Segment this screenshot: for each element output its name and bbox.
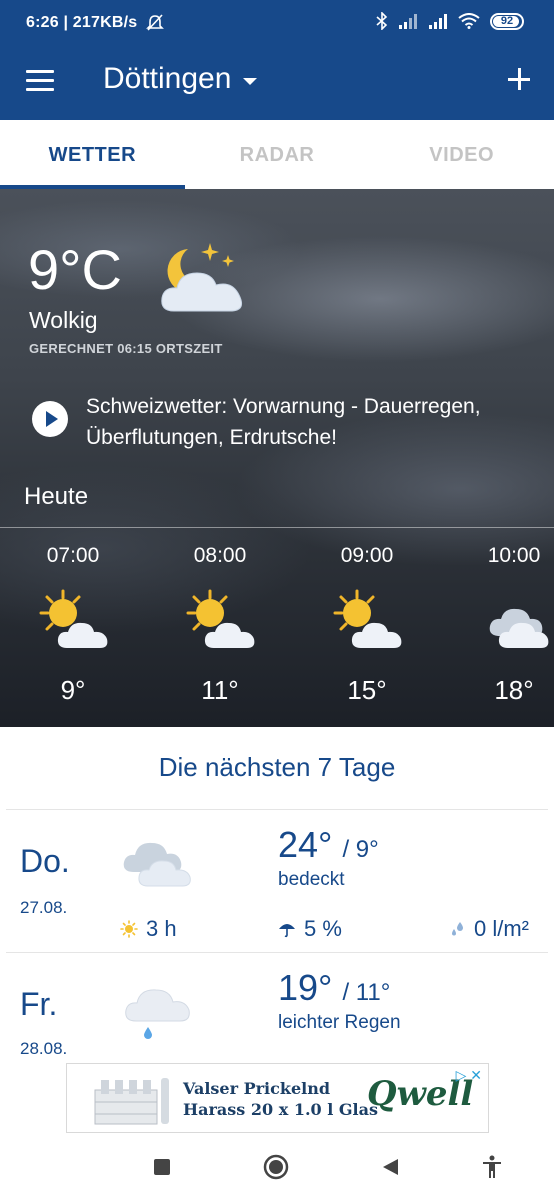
hour-item: 09:00 15° bbox=[307, 544, 427, 706]
status-bar: 6:26 | 217KB/s 92 bbox=[0, 0, 554, 42]
hour-time: 07:00 bbox=[46, 544, 100, 567]
low-temp: / 9° bbox=[342, 836, 379, 863]
tab-video[interactable]: VIDEO bbox=[369, 120, 554, 189]
rain-amount: 0 l/m² bbox=[474, 916, 529, 941]
rain-chance: 5 % bbox=[304, 916, 342, 941]
hour-item: 07:00 9° bbox=[13, 544, 133, 706]
high-temp: 24° bbox=[278, 824, 333, 865]
menu-icon[interactable] bbox=[26, 70, 54, 92]
day-name: Fr. bbox=[20, 986, 58, 1022]
ad-line2: Harass 20 x 1.0 l Glas bbox=[183, 1100, 378, 1119]
day-description: bedeckt bbox=[278, 869, 345, 890]
sun-cloud-icon bbox=[333, 589, 402, 648]
day-row[interactable]: Do. 27.08. 24° / 9° bedeckt 3 h 5 % 0 l/… bbox=[0, 810, 554, 955]
raindrops-icon bbox=[452, 922, 463, 936]
recent-apps-icon[interactable] bbox=[153, 1158, 171, 1176]
news-headline[interactable]: Schweizwetter: Vorwarnung - Dauerregen, … bbox=[86, 391, 526, 453]
hour-time: 10:00 bbox=[487, 544, 541, 567]
day-high-temp: 24° / 9° bbox=[278, 824, 379, 866]
battery-icon: 92 bbox=[490, 12, 524, 30]
hour-time: 08:00 bbox=[193, 544, 247, 567]
accessibility-icon[interactable] bbox=[482, 1155, 502, 1179]
hour-temp: 9° bbox=[60, 675, 86, 705]
hour-item: 10:00 18° bbox=[454, 544, 554, 706]
signal-icon bbox=[399, 14, 417, 29]
hour-temp: 15° bbox=[347, 675, 387, 705]
add-location-icon[interactable] bbox=[508, 68, 530, 90]
partly-cloudy-night-icon bbox=[161, 243, 243, 312]
hour-temp: 11° bbox=[201, 675, 239, 705]
ad-choices-icon[interactable]: ▷ ✕ bbox=[456, 1067, 482, 1084]
navigation-bar bbox=[0, 1133, 554, 1200]
sun-cloud-icon bbox=[186, 589, 255, 648]
tab-bar: WETTER RADAR VIDEO bbox=[0, 120, 554, 189]
sun-cloud-icon bbox=[39, 589, 108, 648]
high-temp: 19° bbox=[278, 967, 333, 1008]
ad-line1: Valser Prickelnd bbox=[183, 1079, 331, 1098]
status-time: 6:26 | 217KB/s bbox=[26, 14, 138, 31]
ad-text: Valser Prickelnd Harass 20 x 1.0 l Glas bbox=[183, 1078, 378, 1120]
back-icon[interactable] bbox=[380, 1157, 400, 1177]
news-item[interactable]: Schweizwetter: Vorwarnung - Dauerregen, … bbox=[32, 391, 526, 453]
hour-time: 09:00 bbox=[340, 544, 394, 567]
chevron-down-icon bbox=[243, 77, 258, 85]
sunshine-stat: 3 h bbox=[120, 916, 177, 942]
hour-item: 08:00 11° bbox=[160, 544, 280, 706]
day-high-temp: 19° / 11° bbox=[278, 967, 390, 1009]
week-title: Die nächsten 7 Tage bbox=[158, 752, 396, 782]
sun-icon bbox=[120, 920, 138, 938]
app-bar: Döttingen bbox=[0, 42, 554, 120]
current-condition: Wolkig bbox=[29, 307, 98, 333]
today-label: Heute bbox=[24, 483, 89, 510]
day-description: leichter Regen bbox=[278, 1012, 401, 1033]
bluetooth-icon bbox=[376, 12, 388, 30]
battery-level: 92 bbox=[500, 14, 514, 27]
tab-wetter[interactable]: WETTER bbox=[0, 120, 185, 189]
day-date: 27.08. bbox=[20, 898, 68, 917]
mute-bell-icon bbox=[146, 14, 164, 31]
tab-radar[interactable]: RADAR bbox=[185, 120, 370, 189]
divider bbox=[0, 527, 554, 528]
rain-amount-stat: 0 l/m² bbox=[450, 916, 529, 942]
location-selector[interactable]: Döttingen bbox=[103, 62, 258, 96]
light-rain-icon bbox=[125, 989, 190, 1039]
calculated-time: GERECHNET 06:15 ORTSZEIT bbox=[29, 341, 223, 356]
current-weather-panel: 9°C Wolkig GERECHNET 06:15 ORTSZEIT Schw… bbox=[0, 189, 554, 727]
low-temp: / 11° bbox=[342, 979, 391, 1006]
day-name: Do. bbox=[20, 843, 70, 879]
play-icon[interactable] bbox=[32, 401, 68, 437]
ad-banner[interactable]: Valser Prickelnd Harass 20 x 1.0 l Glas … bbox=[66, 1063, 489, 1133]
hour-temp: 18° bbox=[494, 675, 534, 705]
signal-roaming-icon bbox=[429, 14, 447, 29]
location-name: Döttingen bbox=[103, 62, 232, 95]
rain-chance-stat: 5 % bbox=[278, 916, 342, 942]
sunshine-hours: 3 h bbox=[146, 916, 177, 941]
wifi-icon bbox=[458, 13, 480, 29]
day-date: 28.08. bbox=[20, 1039, 68, 1058]
cloudy-icon bbox=[489, 608, 549, 648]
home-icon[interactable] bbox=[263, 1154, 289, 1180]
current-temperature: 9°C bbox=[28, 238, 122, 301]
overcast-icon bbox=[123, 842, 191, 887]
umbrella-icon bbox=[279, 924, 295, 938]
